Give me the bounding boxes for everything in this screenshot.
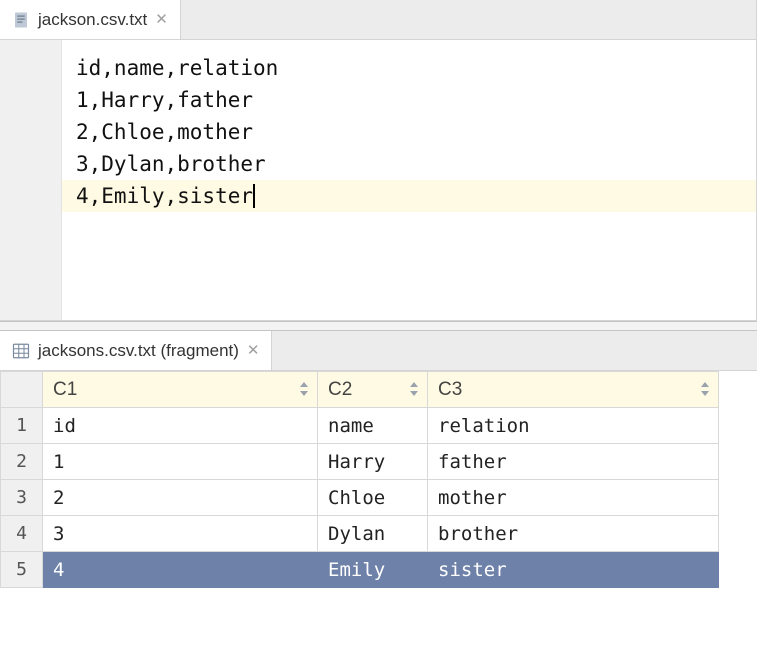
sort-icon[interactable] — [700, 382, 710, 398]
text-file-icon — [12, 11, 30, 29]
code-area[interactable]: id,name,relation1,Harry,father2,Chloe,mo… — [62, 40, 756, 320]
pane-separator[interactable] — [0, 321, 757, 331]
table-cell[interactable]: 2 — [43, 480, 318, 516]
table-cell[interactable]: Chloe — [318, 480, 428, 516]
row-number[interactable]: 1 — [1, 408, 43, 444]
column-label: C1 — [53, 379, 77, 400]
table-tab[interactable]: jacksons.csv.txt (fragment) ✕ — [0, 331, 272, 370]
editor-tab-label: jackson.csv.txt — [38, 10, 147, 30]
table-cell[interactable]: name — [318, 408, 428, 444]
table-cell[interactable]: brother — [428, 516, 719, 552]
editor-body: id,name,relation1,Harry,father2,Chloe,mo… — [0, 40, 756, 320]
table-cell[interactable]: 1 — [43, 444, 318, 480]
code-line[interactable]: 2,Chloe,mother — [76, 116, 744, 148]
table-cell[interactable]: sister — [428, 552, 719, 588]
table-tab-label: jacksons.csv.txt (fragment) — [38, 341, 239, 361]
table-icon — [12, 342, 30, 360]
row-number-header — [1, 372, 43, 408]
editor-tabbar: jackson.csv.txt ✕ — [0, 0, 756, 40]
close-icon[interactable]: ✕ — [155, 12, 168, 27]
table-row[interactable]: 43Dylanbrother — [1, 516, 719, 552]
table-row[interactable]: 1idnamerelation — [1, 408, 719, 444]
table-row[interactable]: 54Emilysister — [1, 552, 719, 588]
table-row[interactable]: 32Chloemother — [1, 480, 719, 516]
row-number[interactable]: 2 — [1, 444, 43, 480]
code-line[interactable]: id,name,relation — [76, 52, 744, 84]
table-cell[interactable]: id — [43, 408, 318, 444]
table-cell[interactable]: Dylan — [318, 516, 428, 552]
row-number[interactable]: 3 — [1, 480, 43, 516]
data-grid[interactable]: C1 C2 C3 — [0, 371, 719, 588]
row-number[interactable]: 4 — [1, 516, 43, 552]
table-cell[interactable]: mother — [428, 480, 719, 516]
column-label: C2 — [328, 379, 352, 400]
column-header[interactable]: C2 — [318, 372, 428, 408]
table-view-pane: jacksons.csv.txt (fragment) ✕ C1 C2 — [0, 331, 757, 588]
table-row[interactable]: 21Harryfather — [1, 444, 719, 480]
sort-icon[interactable] — [409, 382, 419, 398]
table-cell[interactable]: relation — [428, 408, 719, 444]
close-icon[interactable]: ✕ — [247, 343, 260, 358]
table-cell[interactable]: 3 — [43, 516, 318, 552]
table-cell[interactable]: father — [428, 444, 719, 480]
column-header-row: C1 C2 C3 — [1, 372, 719, 408]
code-line[interactable]: 1,Harry,father — [76, 84, 744, 116]
editor-gutter — [0, 40, 62, 320]
code-line[interactable]: 3,Dylan,brother — [76, 148, 744, 180]
column-header[interactable]: C1 — [43, 372, 318, 408]
sort-icon[interactable] — [299, 382, 309, 398]
table-cell[interactable]: 4 — [43, 552, 318, 588]
table-cell[interactable]: Emily — [318, 552, 428, 588]
text-editor-pane: jackson.csv.txt ✕ id,name,relation1,Harr… — [0, 0, 757, 321]
editor-tab[interactable]: jackson.csv.txt ✕ — [0, 0, 181, 39]
code-line[interactable]: 4,Emily,sister — [62, 180, 756, 212]
column-header[interactable]: C3 — [428, 372, 719, 408]
row-number[interactable]: 5 — [1, 552, 43, 588]
table-tabbar: jacksons.csv.txt (fragment) ✕ — [0, 331, 757, 371]
table-cell[interactable]: Harry — [318, 444, 428, 480]
column-label: C3 — [438, 379, 462, 400]
